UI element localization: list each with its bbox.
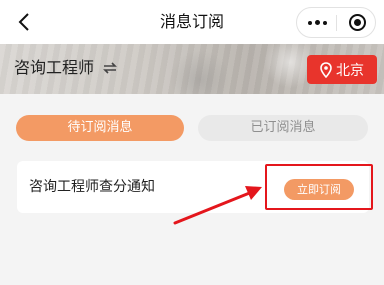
exam-banner: 咨询工程师 北京 (0, 44, 384, 94)
top-navbar: 消息订阅 (0, 0, 384, 44)
more-dots-icon (307, 20, 312, 25)
target-circle-icon (348, 14, 366, 31)
capsule-divider (336, 15, 337, 31)
miniprogram-capsule (296, 7, 376, 38)
swap-arrows-icon[interactable] (102, 61, 118, 75)
more-button[interactable] (297, 8, 337, 37)
annotation-highlight-box (265, 164, 373, 210)
close-button[interactable] (338, 8, 376, 37)
city-label: 北京 (336, 62, 364, 79)
exam-title[interactable]: 咨询工程师 (14, 56, 94, 80)
location-pin-icon (320, 61, 332, 78)
tab-subscribed-messages[interactable]: 已订阅消息 (198, 115, 368, 141)
message-title: 咨询工程师查分通知 (29, 179, 155, 195)
tab-pending-messages[interactable]: 待订阅消息 (16, 115, 184, 141)
city-selector-button[interactable]: 北京 (307, 55, 377, 84)
